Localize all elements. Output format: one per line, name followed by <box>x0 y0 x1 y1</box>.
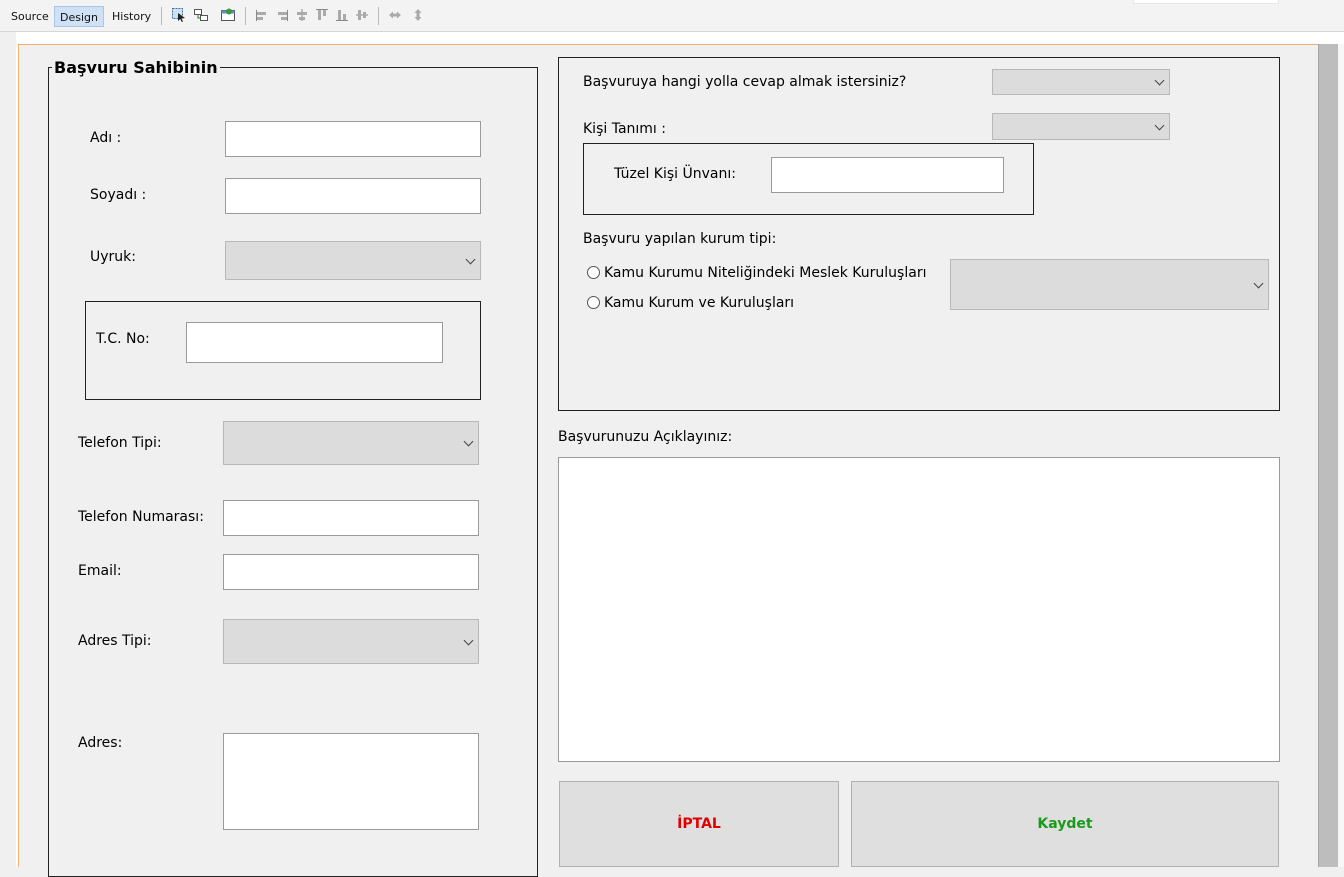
canvas-edge <box>1338 44 1344 867</box>
chevron-down-icon <box>463 436 474 447</box>
address-type-label: Adres Tipi: <box>78 633 152 649</box>
radio-professional-organizations-label: Kamu Kurumu Niteliğindeki Meslek Kuruluş… <box>604 265 927 281</box>
address-type-select[interactable] <box>223 619 479 664</box>
surname-label: Soyadı : <box>90 187 147 203</box>
phone-number-label: Telefon Numarası: <box>78 509 204 525</box>
legal-title-field[interactable] <box>771 157 1004 193</box>
person-type-select[interactable] <box>992 113 1170 140</box>
toolbar-search-area[interactable] <box>1133 0 1279 4</box>
canvas-resize-bar[interactable] <box>1318 44 1338 867</box>
tc-no-field[interactable] <box>186 322 443 363</box>
tab-source[interactable]: Source <box>6 6 54 27</box>
phone-type-label: Telefon Tipi: <box>78 435 162 451</box>
center-horizontally-icon[interactable] <box>295 8 309 22</box>
chevron-down-icon <box>1253 278 1264 288</box>
align-bottom-icon[interactable] <box>335 8 349 22</box>
address-label: Adres: <box>78 735 123 751</box>
center-vertically-icon[interactable] <box>355 8 369 22</box>
radio-public-institutions[interactable] <box>587 296 600 309</box>
selection-mode-icon[interactable] <box>172 8 186 22</box>
chevron-down-icon <box>463 635 474 645</box>
name-label: Adı : <box>90 130 122 146</box>
radio-professional-organizations[interactable] <box>587 266 600 279</box>
toolbar-separator <box>378 7 379 25</box>
description-textarea[interactable] <box>558 457 1280 762</box>
toolbar-separator <box>161 7 162 25</box>
nationality-select[interactable] <box>225 241 481 280</box>
horizontal-resize-icon[interactable] <box>388 8 402 22</box>
phone-number-field[interactable] <box>223 500 479 536</box>
align-right-icon[interactable] <box>275 8 289 22</box>
institution-select[interactable] <box>950 259 1269 310</box>
email-field[interactable] <box>223 554 479 590</box>
description-label: Başvurunuzu Açıklayınız: <box>558 429 733 445</box>
toolbar-separator <box>245 7 246 25</box>
tab-design[interactable]: Design <box>54 6 104 27</box>
person-type-label: Kişi Tanımı : <box>583 121 666 137</box>
radio-public-institutions-label: Kamu Kurum ve Kuruluşları <box>604 295 795 311</box>
legal-title-label: Tüzel Kişi Ünvanı: <box>614 166 736 182</box>
chevron-down-icon <box>1154 75 1165 86</box>
chevron-down-icon <box>1154 120 1165 130</box>
tc-no-label: T.C. No: <box>96 331 150 347</box>
align-top-icon[interactable] <box>315 8 329 22</box>
institution-type-label: Başvuru yapılan kurum tipi: <box>583 231 777 247</box>
save-button[interactable]: Kaydet <box>851 781 1279 867</box>
ide-toolbar: Source Design History <box>0 0 1344 32</box>
connection-mode-icon[interactable] <box>194 8 208 22</box>
email-label: Email: <box>78 563 122 579</box>
chevron-down-icon <box>465 254 476 264</box>
nationality-label: Uyruk: <box>90 249 136 265</box>
preview-design-icon[interactable] <box>221 8 235 22</box>
surname-field[interactable] <box>225 178 481 214</box>
response-method-select[interactable] <box>992 69 1170 95</box>
phone-type-select[interactable] <box>223 421 479 465</box>
address-textarea[interactable] <box>223 733 479 830</box>
vertical-resize-icon[interactable] <box>411 8 425 22</box>
applicant-panel-title: Başvuru Sahibinin <box>52 58 220 77</box>
cancel-button[interactable]: İPTAL <box>559 781 839 867</box>
name-field[interactable] <box>225 121 481 157</box>
tab-history[interactable]: History <box>107 6 156 27</box>
align-left-icon[interactable] <box>255 8 269 22</box>
response-method-label: Başvuruya hangi yolla cevap almak isters… <box>583 74 907 90</box>
